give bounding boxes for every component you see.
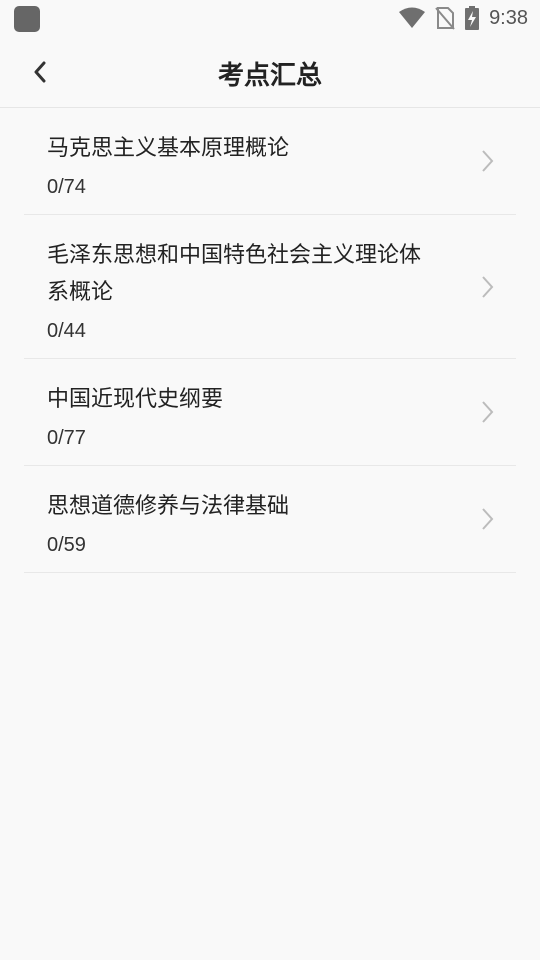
list-item-title: 毛泽东思想和中国特色社会主义理论体系概论 [47,243,422,305]
app-header: 考点汇总 [0,36,540,108]
list-item-progress: 0/59 [47,534,86,556]
list-item[interactable]: 马克思主义基本原理概论 0/74 [24,108,516,215]
no-sim-icon [435,7,455,30]
status-time: 9:38 [489,6,528,29]
chevron-right-icon [482,401,494,423]
status-indicators: 9:38 [399,4,528,32]
list-item-progress: 0/77 [47,427,86,449]
list-item-progress: 0/74 [47,176,86,198]
chevron-right-icon [482,275,494,298]
list-item[interactable]: 毛泽东思想和中国特色社会主义理论体系概论 0/44 [24,215,516,359]
chevron-right-icon [482,508,494,530]
topic-list: 马克思主义基本原理概论 0/74 毛泽东思想和中国特色社会主义理论体系概论 0/… [24,108,516,573]
list-item[interactable]: 中国近现代史纲要 0/77 [24,359,516,466]
list-item-progress: 0/44 [47,320,86,342]
wifi-icon [399,7,426,28]
list-item-title: 中国近现代史纲要 [47,387,224,412]
status-bar: 9:38 [0,0,540,36]
app-icon [14,6,40,32]
list-item-title: 马克思主义基本原理概论 [47,136,290,161]
list-item[interactable]: 思想道德修养与法律基础 0/59 [24,466,516,573]
list-item-title: 思想道德修养与法律基础 [47,494,290,519]
chevron-right-icon [482,150,494,172]
battery-charging-icon [465,6,480,30]
page-title: 考点汇总 [217,61,322,91]
